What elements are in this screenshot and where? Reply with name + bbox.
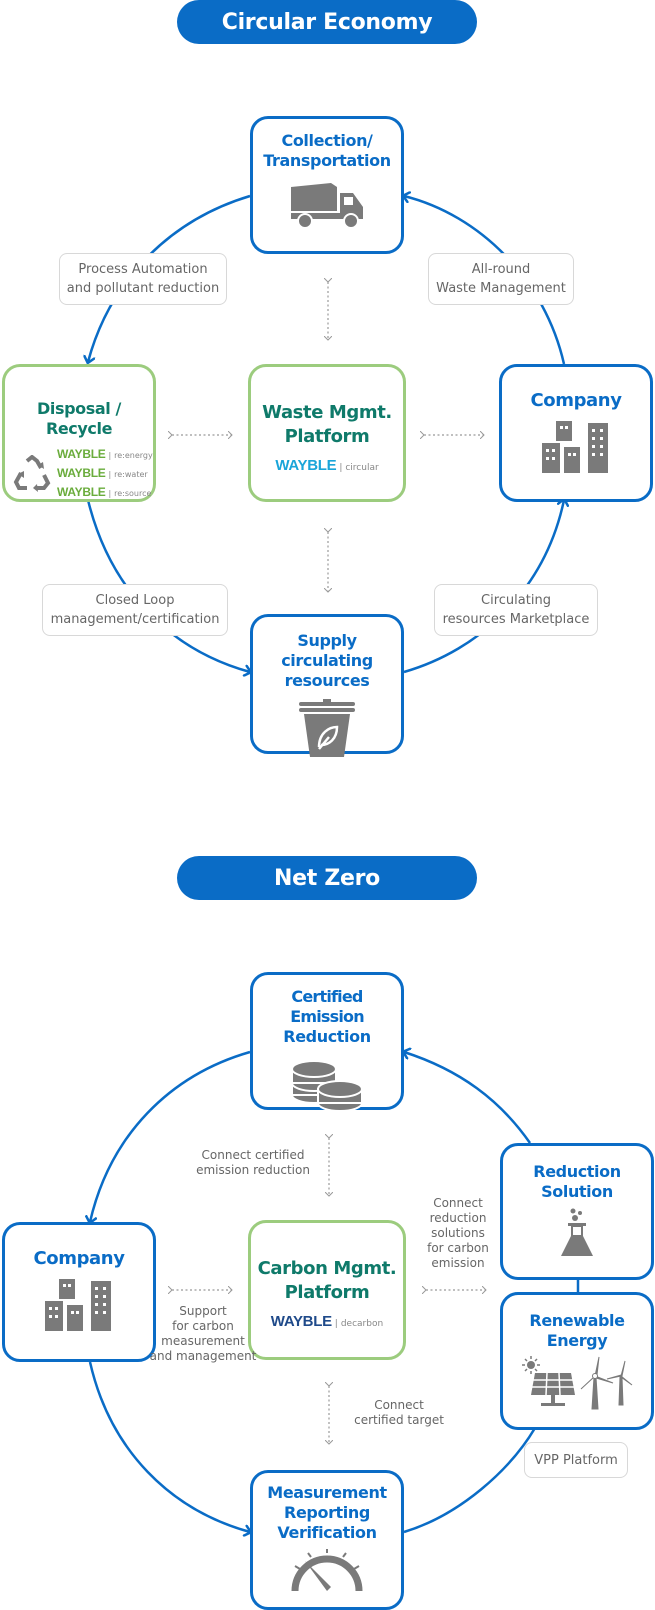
net-zero-header: Net Zero	[177, 856, 477, 900]
coins-icon	[291, 1060, 363, 1112]
disposal-title: Disposal / Recycle	[37, 399, 121, 438]
sun-icon	[522, 1356, 540, 1374]
collection-title-line1: Collection/	[281, 131, 373, 150]
circular-economy-title: Circular Economy	[221, 9, 433, 35]
renewable-energy-box: Renewable Energy	[500, 1292, 654, 1430]
nz-company-box: Company	[2, 1222, 156, 1362]
collection-transportation-box: Collection/ Transportation	[250, 116, 404, 254]
label-connect-reduction-solutions: Connect reduction solutions for carbon emiss…	[427, 1196, 489, 1270]
buildings-icon	[45, 1279, 111, 1331]
wayble-circular-logo: WAYBLE | circular	[275, 457, 379, 474]
note-all-round-waste-management: All-round Waste Management	[428, 253, 574, 305]
waste-mgmt-platform-box: Waste Mgmt. Platform WAYBLE | circular	[248, 364, 406, 502]
wayble-re-energy: WAYBLE | re:energy	[57, 447, 153, 461]
cer-title-line2: Reduction	[283, 1027, 371, 1046]
circular-economy-header: Circular Economy	[177, 0, 477, 44]
disposal-recycle-box: Disposal / Recycle WAYBLE | re:energy WAYB…	[2, 364, 156, 502]
carbon-mgmt-platform-box: Carbon Mgmt. Platform WAYBLE | decarbon	[248, 1220, 406, 1360]
vpp-platform-note: VPP Platform	[524, 1442, 628, 1478]
reduction-solution-box: Reduction Solution	[500, 1143, 654, 1280]
mrv-title-line1: Measurement	[267, 1483, 387, 1502]
cer-title-line1: Certified Emission	[290, 987, 364, 1026]
supply-title-line2: resources	[284, 671, 370, 690]
nz-arc-company-mrv	[88, 1361, 250, 1532]
carbon-platform-title-line1: Carbon Mgmt.	[257, 1258, 397, 1279]
wind-turbine-icon	[580, 1356, 633, 1410]
dump-truck-icon	[291, 183, 363, 229]
label-support-carbon-measurement: Support for carbon measurement and manageme…	[149, 1304, 257, 1363]
note-closed-loop: Closed Loop management/certification	[42, 584, 228, 636]
note-circulating-marketplace: Circulating resources Marketplace	[434, 584, 598, 636]
label-connect-certified-target: Connect certified target	[354, 1398, 444, 1427]
mrv-title-line3: Verification	[277, 1523, 377, 1542]
solar-wind-icon	[522, 1356, 633, 1410]
company-title: Company	[530, 390, 622, 411]
collection-title-line2: Transportation	[263, 151, 391, 170]
platform-title-line1: Waste Mgmt.	[262, 402, 392, 423]
nz-company-title: Company	[33, 1248, 125, 1269]
renewable-title-line1: Renewable	[529, 1311, 625, 1330]
renewable-title-line2: Energy	[546, 1331, 608, 1350]
wayble-re-source: WAYBLE | re:source	[57, 485, 152, 499]
note-process-automation: Process Automation and pollutant reductio…	[59, 253, 227, 305]
nz-arc-reduction-cer	[404, 1052, 532, 1144]
buildings-icon	[542, 421, 608, 473]
platform-title-line2: Platform	[284, 426, 370, 447]
eco-bin-icon	[299, 699, 355, 757]
wayble-re-water: WAYBLE | re:water	[57, 466, 148, 480]
reduction-title-line2: Solution	[541, 1182, 613, 1201]
mrv-box: Measurement Reporting Verification	[250, 1470, 404, 1610]
company-box: Company	[499, 364, 653, 502]
supply-title-line1: Supply circulating	[281, 631, 373, 670]
label-connect-certified-emission: Connect certified emission reduction	[196, 1148, 310, 1177]
reduction-title-line1: Reduction	[533, 1162, 621, 1181]
carbon-platform-title-line2: Platform	[284, 1282, 370, 1303]
nz-arc-cer-company	[90, 1050, 251, 1222]
nz-arc-mrv-renewable	[403, 1427, 537, 1534]
recycle-icon	[13, 454, 51, 492]
net-zero-title: Net Zero	[274, 865, 380, 891]
solar-panel-icon	[531, 1373, 575, 1406]
supply-circulating-resources-box: Supply circulating resources	[250, 614, 404, 757]
certified-emission-reduction-box: Certified Emission Reduction	[250, 972, 404, 1112]
gauge-icon	[291, 1549, 363, 1592]
wayble-decarbon-logo: WAYBLE | decarbon	[270, 1313, 384, 1330]
flask-icon	[561, 1208, 593, 1256]
mrv-title-line2: Reporting	[284, 1503, 370, 1522]
